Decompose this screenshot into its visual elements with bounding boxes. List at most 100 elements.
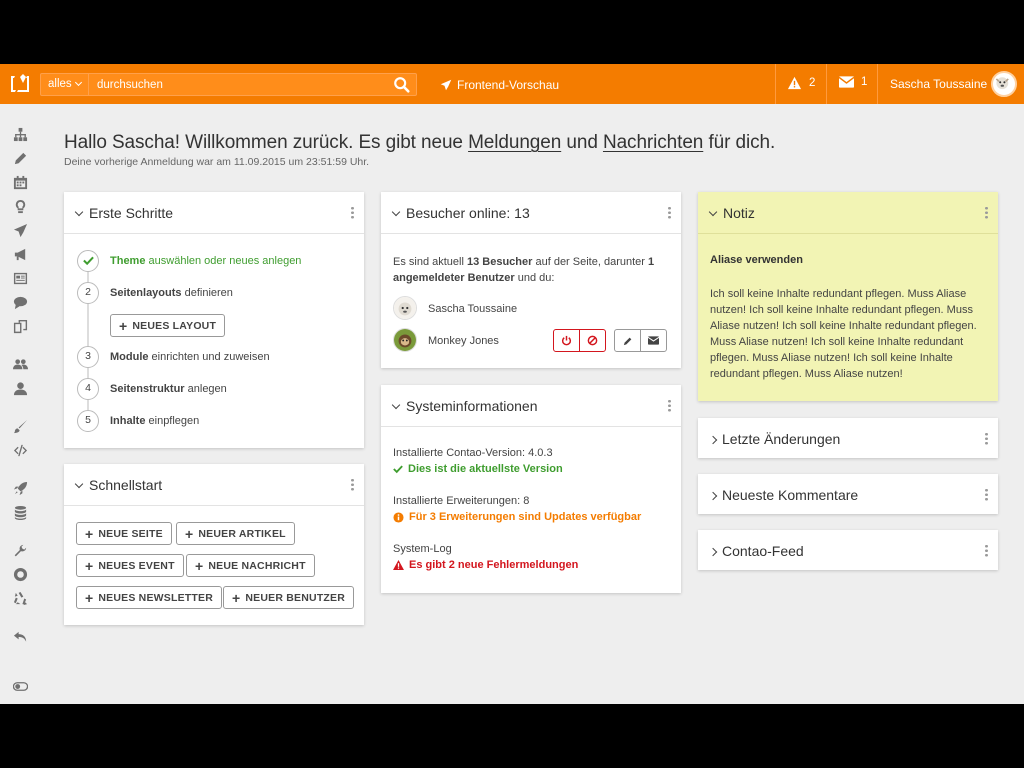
last-login: Deine vorherige Anmeldung war am 11.09.2… [64,156,370,168]
system-log-status[interactable]: Es gibt 2 neue Fehlermeldungen [393,559,578,571]
newspaper-icon[interactable] [11,270,29,286]
envelope-icon [839,76,854,88]
recycle-icon[interactable] [11,590,29,606]
more-vertical-icon[interactable] [351,206,354,219]
step-2-text[interactable]: Seitenlayouts definieren [110,287,233,299]
step-1-text[interactable]: Theme auswählen oder neues anlegen [110,255,301,267]
chevron-right-icon [708,435,718,445]
check-icon [82,256,94,266]
visitors-summary: Es sind aktuell 13 Besucher auf der Seit… [393,254,669,286]
panel-title: Schnellstart [89,477,163,493]
contao-feed-header[interactable]: Contao-Feed [698,530,998,570]
step-strong: Inhalte [110,415,146,427]
new-event-button[interactable]: + Neues Event [76,554,184,577]
users-icon[interactable] [11,356,29,372]
note-header[interactable]: Notiz [698,192,998,234]
header-divider [826,64,827,104]
files-icon[interactable] [11,318,29,334]
wrench-icon[interactable] [11,542,29,558]
edit-button[interactable] [614,329,641,352]
toggle-icon[interactable] [11,678,29,694]
latest-comments-header[interactable]: Neueste Kommentare [698,474,998,514]
extensions-status[interactable]: Für 3 Erweiterungen sind Updates verfügb… [393,511,641,523]
paper-plane-icon[interactable] [11,222,29,238]
plus-icon: + [119,317,128,334]
quickstart-header[interactable]: Schnellstart [64,464,364,506]
step-strong: Seitenstruktur [110,383,185,395]
new-user-button[interactable]: + Neuer Benutzer [223,586,355,609]
search-scope-select[interactable]: alles [41,74,89,95]
rocket-icon[interactable] [11,480,29,496]
step-strong: Module [110,351,149,363]
summary-text: Es sind aktuell [393,256,467,268]
warning-icon [393,560,404,570]
bullhorn-icon[interactable] [11,246,29,262]
more-vertical-icon[interactable] [985,544,988,557]
database-icon[interactable] [11,504,29,520]
more-vertical-icon[interactable] [985,488,988,501]
alerts-link[interactable]: Meldungen [468,132,561,153]
messages-link[interactable]: Nachrichten [603,132,703,153]
undo-icon[interactable] [11,628,29,644]
ban-button[interactable] [579,329,606,352]
preview-label: Frontend-Vorschau [457,78,560,92]
chevron-down-icon [391,207,401,217]
latest-comments-panel: Neueste Kommentare [698,474,998,514]
step-5-text[interactable]: Inhalte einpflegen [110,415,199,427]
summary-strong: 1 [648,256,655,268]
lightbulb-icon[interactable] [11,198,29,214]
search-scope-value: alles [48,78,72,90]
status-text: Es gibt 2 neue Fehlermeldungen [409,559,579,571]
plus-icon: + [85,525,94,542]
system-info-panel: Systeminformationen Installierte Contao-… [381,385,681,593]
more-vertical-icon[interactable] [985,206,988,219]
step-5-number: 5 [77,410,99,432]
step-3-text[interactable]: Module einrichten und zuweisen [110,351,270,363]
envelope-icon [648,336,659,345]
top-bar: alles Frontend-Vorschau 2 1 Sascha Touss… [0,64,1024,104]
code-icon[interactable] [11,442,29,458]
panel-title: Contao-Feed [722,543,804,559]
messages-button[interactable]: 1 [839,76,867,88]
contao-logo[interactable] [8,72,32,96]
panel-title: Systeminformationen [406,398,538,414]
note-text: Ich soll keine Inhalte redundant pflegen… [710,288,977,380]
user-icon[interactable] [11,380,29,396]
calendar-icon[interactable] [11,174,29,190]
recent-changes-header[interactable]: Letzte Änderungen [698,418,998,458]
first-steps-header[interactable]: Erste Schritte [64,192,364,234]
power-off-button[interactable] [553,329,580,352]
visitors-header[interactable]: Besucher online: 13 [381,192,681,234]
frontend-preview-link[interactable]: Frontend-Vorschau [440,77,559,93]
paint-brush-icon[interactable] [11,418,29,434]
contao-backend: alles Frontend-Vorschau 2 1 Sascha Touss… [0,64,1024,704]
system-info-header[interactable]: Systeminformationen [381,385,681,427]
panel-title: Notiz [723,205,755,221]
new-page-button[interactable]: + Neue Seite [76,522,172,545]
new-news-button[interactable]: + Neue Nachricht [186,554,315,577]
new-newsletter-button[interactable]: + Neues Newsletter [76,586,223,609]
avatar [393,328,417,352]
alerts-button[interactable]: 2 [787,76,815,90]
button-label: Neuer Benutzer [245,591,346,604]
more-vertical-icon[interactable] [668,206,671,219]
message-button[interactable] [640,329,667,352]
plus-icon: + [85,589,94,606]
step-4-text[interactable]: Seitenstruktur anlegen [110,383,227,395]
search-box: alles [40,73,417,96]
more-vertical-icon[interactable] [351,478,354,491]
life-ring-icon[interactable] [11,566,29,582]
new-article-button[interactable]: + Neuer Artikel [176,522,295,545]
sitemap-icon[interactable] [11,126,29,142]
more-vertical-icon[interactable] [985,432,988,445]
user-menu[interactable]: Sascha Toussaine [890,77,987,91]
step-rest: auswählen oder neues anlegen [145,255,302,267]
new-layout-button[interactable]: + Neues Layout [110,314,226,337]
search-input[interactable] [89,74,389,95]
more-vertical-icon[interactable] [668,399,671,412]
avatar[interactable] [991,71,1017,97]
pencil-icon[interactable] [11,150,29,166]
comments-icon[interactable] [11,294,29,310]
panel-title: Besucher online: 13 [406,205,530,221]
search-icon[interactable] [393,76,413,94]
